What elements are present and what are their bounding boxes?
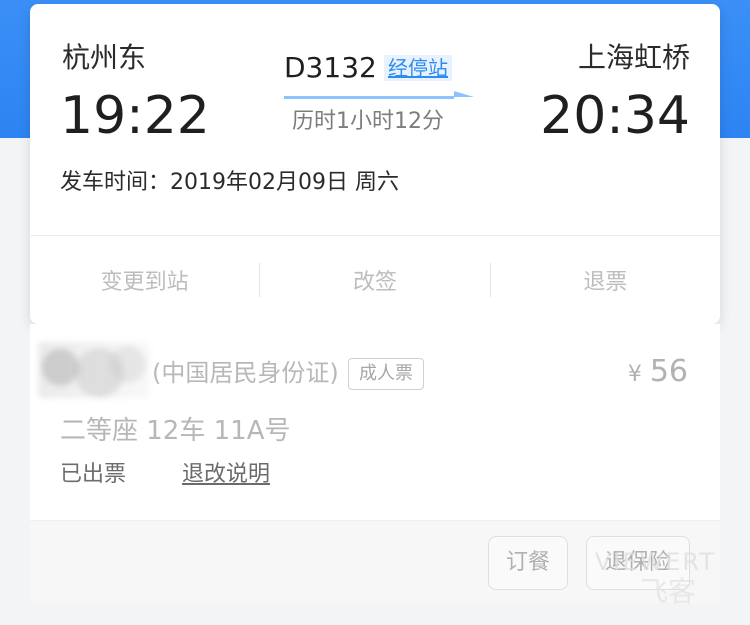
refund-button[interactable]: 退票 <box>491 236 720 324</box>
passenger-card: (中国居民身份证) 成人票 ¥56 二等座 12车 11A号 已出票 退改说明 <box>30 324 720 520</box>
travel-duration: 历时1小时12分 <box>292 109 444 134</box>
ticket-kind-badge: 成人票 <box>348 358 424 390</box>
seat-info: 二等座 12车 11A号 <box>60 416 291 446</box>
departure-date: 发车时间：2019年02月09日 周六 <box>60 170 399 195</box>
train-number: D3132 <box>284 51 377 84</box>
rebook-button[interactable]: 改签 <box>260 236 489 324</box>
refund-rules-link[interactable]: 退改说明 <box>182 460 270 490</box>
ticket-card: 杭州东 上海虹桥 19:22 20:34 D3132 经停站 历时1小时12分 … <box>30 4 720 324</box>
arrive-time: 20:34 <box>540 86 690 146</box>
via-stations-link[interactable]: 经停站 <box>384 55 452 81</box>
right-arrow-icon <box>284 91 474 99</box>
train-info: D3132 经停站 历时1小时12分 <box>284 50 474 140</box>
service-actions: 订餐 退保险 <box>30 520 720 603</box>
currency-icon: ¥ <box>627 362 642 387</box>
ticket-price: ¥56 <box>628 354 688 393</box>
arrive-station: 上海虹桥 <box>577 41 690 74</box>
price-value: 56 <box>649 354 688 389</box>
order-meal-button[interactable]: 订餐 <box>488 536 568 590</box>
depart-time: 19:22 <box>60 86 210 146</box>
id-type: (中国居民身份证) <box>152 359 339 387</box>
change-destination-button[interactable]: 变更到站 <box>30 236 259 324</box>
blurred-name-icon <box>38 342 150 398</box>
ticket-status: 已出票 <box>60 462 127 487</box>
refund-insurance-button[interactable]: 退保险 <box>586 536 690 590</box>
depart-station: 杭州东 <box>62 41 147 74</box>
ticket-actions: 变更到站 改签 退票 <box>30 236 720 324</box>
